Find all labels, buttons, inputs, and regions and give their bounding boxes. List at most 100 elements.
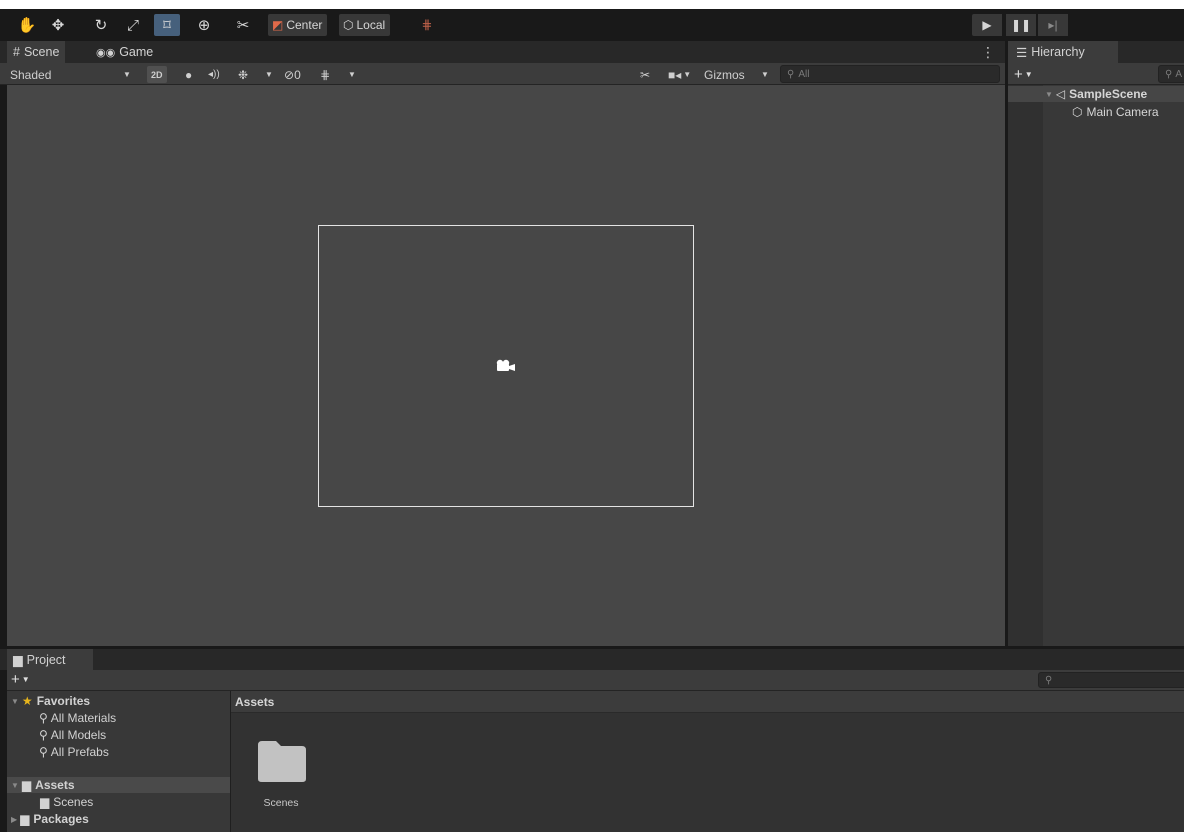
effects-dropdown-arrow-icon[interactable]: ▼ <box>265 66 273 83</box>
grid-dropdown-arrow-icon[interactable]: ▼ <box>348 66 356 83</box>
add-dropdown-arrow-icon: ▼ <box>1024 70 1033 79</box>
hierarchy-tab-bar: ☰ Hierarchy <box>1008 41 1184 63</box>
step-icon: ▸| <box>1048 18 1058 32</box>
tab-scene-label: Scene <box>23 45 60 59</box>
plus-icon: + <box>11 671 20 688</box>
tab-project[interactable]: ▆ Project <box>7 649 93 670</box>
scene-search-input[interactable]: ⚲ All <box>780 65 1000 83</box>
assets-tree-item[interactable]: ▼ ▆ Assets <box>7 777 230 793</box>
tab-game-label: Game <box>119 45 154 59</box>
star-icon: ★ <box>21 694 33 708</box>
main-toolbar: ✋ ✥ ↻ ⤢ ⌑ ⊕ ✂ ◩ Center ⬡ Local ⋕ ▶ ❚❚ ▸| <box>0 9 1184 41</box>
project-folder-tree: ▼ ★ Favorites ⚲ All Materials ⚲ All Mode… <box>7 691 230 832</box>
hidden-objects-icon: ⊘ <box>284 67 295 82</box>
scene-search-placeholder: All <box>798 68 810 80</box>
pivot-center-button[interactable]: ◩ Center <box>268 14 328 36</box>
shading-mode-label: Shaded <box>10 67 52 82</box>
open-folder-icon: ▆ <box>21 778 32 792</box>
favorite-all-materials[interactable]: ⚲ All Materials <box>7 710 230 726</box>
packages-tree-label: Packages <box>33 812 89 826</box>
assets-tree-label: Assets <box>35 778 75 792</box>
hierarchy-scene-row[interactable]: ▼ ◁ SampleScene <box>1008 86 1184 102</box>
folder-icon: ▆ <box>13 653 23 667</box>
pivot-local-label: Local <box>356 18 386 32</box>
unity-scene-icon: ◁ <box>1055 87 1066 101</box>
search-icon: ⚲ <box>787 68 795 80</box>
gamepad-icon: ◉◉ <box>96 46 116 59</box>
expand-arrow-icon[interactable]: ▼ <box>11 781 19 790</box>
gizmos-button[interactable]: Gizmos <box>704 66 745 83</box>
transform-tool-icon[interactable]: ⊕ <box>191 14 217 36</box>
scene-tab-bar: # Scene ◉◉ Game ⋮ <box>0 41 1005 63</box>
custom-tool-icon[interactable]: ✂ <box>230 14 256 36</box>
effects-icon[interactable]: ❉ <box>238 66 248 83</box>
tab-hierarchy[interactable]: ☰ Hierarchy <box>1008 41 1118 63</box>
tools-icon[interactable]: ✂ <box>640 66 650 83</box>
hierarchy-panel: ▼ ◁ SampleScene ⬡ Main Camera <box>1008 85 1184 646</box>
packages-tree-item[interactable]: ▶ ▆ Packages <box>7 811 230 827</box>
favorites-header[interactable]: ▼ ★ Favorites <box>7 693 230 709</box>
step-button[interactable]: ▸| <box>1038 14 1068 36</box>
favorite-all-models[interactable]: ⚲ All Models <box>7 727 230 743</box>
audio-icon[interactable]: ◂)) <box>208 66 220 83</box>
play-button[interactable]: ▶ <box>972 14 1002 36</box>
rotate-tool-icon[interactable]: ↻ <box>88 14 114 36</box>
tab-game[interactable]: ◉◉ Game <box>90 41 159 63</box>
rect-tool-icon[interactable]: ⌑ <box>154 14 180 36</box>
pivot-local-button[interactable]: ⬡ Local <box>339 14 391 36</box>
favorite-all-prefabs[interactable]: ⚲ All Prefabs <box>7 744 230 760</box>
hierarchy-list-icon: ☰ <box>1016 45 1028 60</box>
camera-gizmo-icon[interactable] <box>494 358 518 374</box>
scenes-tree-item[interactable]: ▆ Scenes <box>7 794 230 810</box>
pivot-icon: ◩ <box>272 18 284 32</box>
grid-snap-icon[interactable]: ⋕ <box>414 14 440 36</box>
scenes-folder-label[interactable]: Scenes <box>231 797 331 809</box>
more-options-icon[interactable]: ⋮ <box>981 44 995 61</box>
search-icon: ⚲ <box>39 711 48 725</box>
search-icon: ⚲ <box>39 745 48 759</box>
favorites-label: Favorites <box>36 694 91 708</box>
shading-dropdown-arrow-icon[interactable]: ▼ <box>123 66 131 83</box>
favorite-label: All Prefabs <box>50 745 109 759</box>
scene-visibility-toggle[interactable]: ⊘ 0 <box>284 66 301 83</box>
move-tool-icon[interactable]: ✥ <box>45 14 71 36</box>
expand-arrow-icon[interactable]: ▼ <box>11 697 19 706</box>
camera-settings-icon[interactable]: ■◂ ▼ <box>668 66 691 83</box>
scene-grid-icon: # <box>13 45 20 59</box>
hierarchy-item-main-camera[interactable]: ⬡ Main Camera <box>1008 104 1184 120</box>
search-icon: ⚲ <box>39 728 48 742</box>
pivot-center-label: Center <box>286 18 323 32</box>
collapse-arrow-icon[interactable]: ▶ <box>11 815 17 824</box>
gizmos-dropdown-arrow-icon[interactable]: ▼ <box>761 66 769 83</box>
project-add-button[interactable]: + ▼ <box>11 671 30 688</box>
search-icon: ⚲ <box>1045 674 1053 686</box>
hierarchy-search-input[interactable]: ⚲ A <box>1158 65 1184 83</box>
project-content-area: Assets Scenes <box>231 691 1184 832</box>
tab-scene[interactable]: # Scene <box>7 41 66 63</box>
search-icon: ⚲ <box>1165 68 1173 80</box>
expand-arrow-icon[interactable]: ▼ <box>1045 90 1053 99</box>
grid-icon[interactable]: ⋕ <box>320 66 330 83</box>
toggle-2d-button[interactable]: 2D <box>147 66 167 83</box>
breadcrumb-assets[interactable]: Assets <box>235 695 274 709</box>
pause-icon: ❚❚ <box>1010 18 1032 32</box>
gizmos-label: Gizmos <box>704 67 745 82</box>
scene-name: SampleScene <box>1069 87 1148 101</box>
tab-project-label: Project <box>26 652 66 667</box>
scale-tool-icon[interactable]: ⤢ <box>120 14 146 36</box>
plus-icon: + <box>1014 66 1023 83</box>
lighting-icon[interactable]: ● <box>185 66 192 83</box>
project-toolbar: + ▼ ⚲ <box>7 670 1184 691</box>
gameobject-cube-icon: ⬡ <box>1072 105 1083 119</box>
pause-button[interactable]: ❚❚ <box>1006 14 1036 36</box>
folder-icon: ▆ <box>40 795 50 809</box>
shading-mode-dropdown[interactable]: Shaded <box>10 66 51 83</box>
local-space-icon: ⬡ <box>343 18 354 32</box>
scenes-folder-icon[interactable] <box>256 739 308 783</box>
project-search-input[interactable]: ⚲ <box>1038 672 1184 688</box>
hierarchy-item-label: Main Camera <box>1086 105 1159 119</box>
hand-tool-icon[interactable]: ✋ <box>14 14 40 36</box>
hierarchy-add-button[interactable]: + ▼ <box>1014 66 1033 83</box>
toggle-2d-label: 2D <box>151 69 163 80</box>
breadcrumb: Assets <box>231 691 1184 713</box>
